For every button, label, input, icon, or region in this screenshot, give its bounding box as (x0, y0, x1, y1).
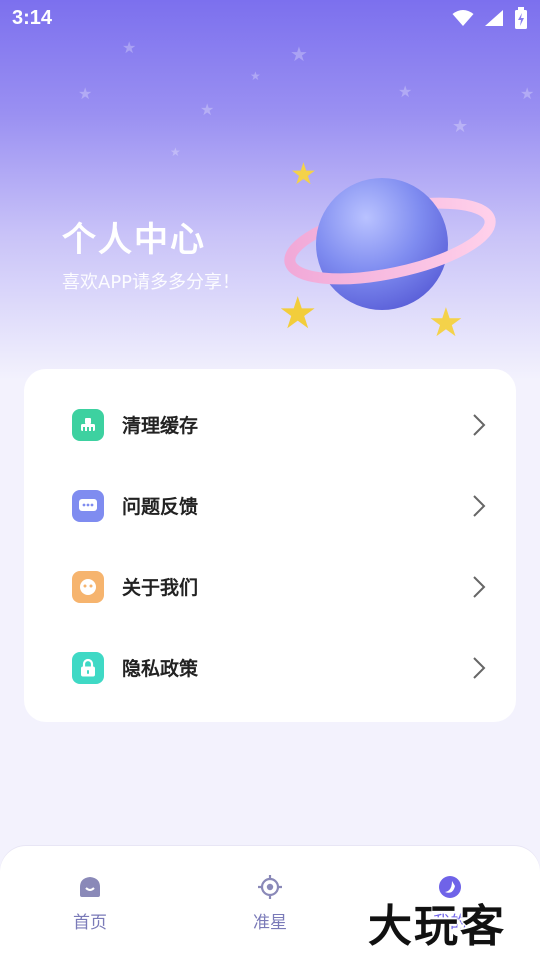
background-star-icon: ★ (452, 116, 469, 137)
battery-icon (515, 7, 527, 29)
menu-item-label: 问题反馈 (122, 496, 199, 518)
menu-item-about[interactable]: 关于我们 (24, 546, 516, 627)
page-title: 个人中心 (62, 220, 206, 260)
tab-home[interactable]: 首页 (30, 872, 150, 936)
lock-icon (72, 651, 104, 684)
status-time: 3:14 (12, 7, 53, 29)
header-banner: ★ ★ ★ ★ ★ ★ ★ ★ ★ 3:14 个人中心 喜欢APP请多多分享！ (0, 0, 540, 380)
menu-item-label: 清理缓存 (122, 415, 199, 437)
menu-item-clear-cache[interactable]: 清理缓存 (24, 384, 516, 465)
background-star-icon: ★ (250, 69, 261, 83)
svg-text:★: ★ (278, 288, 317, 339)
chevron-right-icon (473, 413, 486, 436)
menu-item-label: 隐私政策 (122, 658, 199, 680)
status-bar: 3:14 (0, 0, 540, 36)
menu-item-privacy[interactable]: 隐私政策 (24, 627, 516, 708)
home-icon (75, 872, 105, 902)
page-subtitle: 喜欢APP请多多分享！ (62, 272, 241, 293)
menu-item-label: 关于我们 (122, 577, 199, 599)
tab-label: 首页 (73, 913, 107, 933)
background-star-icon: ★ (78, 84, 93, 103)
smile-icon (72, 570, 104, 603)
tab-label: 准星 (253, 913, 287, 933)
menu-item-feedback[interactable]: 问题反馈 (24, 465, 516, 546)
background-star-icon: ★ (290, 42, 308, 66)
background-star-icon: ★ (398, 82, 413, 101)
chevron-right-icon (473, 494, 486, 517)
settings-menu-card: 清理缓存 问题反馈 关于我们 隐私政策 (24, 369, 516, 722)
chevron-right-icon (473, 656, 486, 679)
background-star-icon: ★ (520, 84, 535, 103)
broom-icon (72, 408, 104, 441)
svg-text:★: ★ (428, 300, 464, 346)
status-icons (452, 7, 528, 29)
chat-icon (72, 489, 104, 522)
planet-illustration: ★ ★ ★ (268, 150, 508, 350)
svg-text:★: ★ (290, 157, 317, 192)
tab-crosshair[interactable]: 准星 (210, 872, 330, 936)
watermark-logo: 大玩客 (368, 901, 506, 952)
wifi-icon (452, 10, 474, 26)
background-star-icon: ★ (122, 38, 137, 57)
signal-icon (485, 10, 503, 26)
background-star-icon: ★ (170, 145, 181, 159)
crosshair-icon (255, 872, 285, 902)
background-star-icon: ★ (200, 100, 215, 119)
chevron-right-icon (473, 575, 486, 598)
